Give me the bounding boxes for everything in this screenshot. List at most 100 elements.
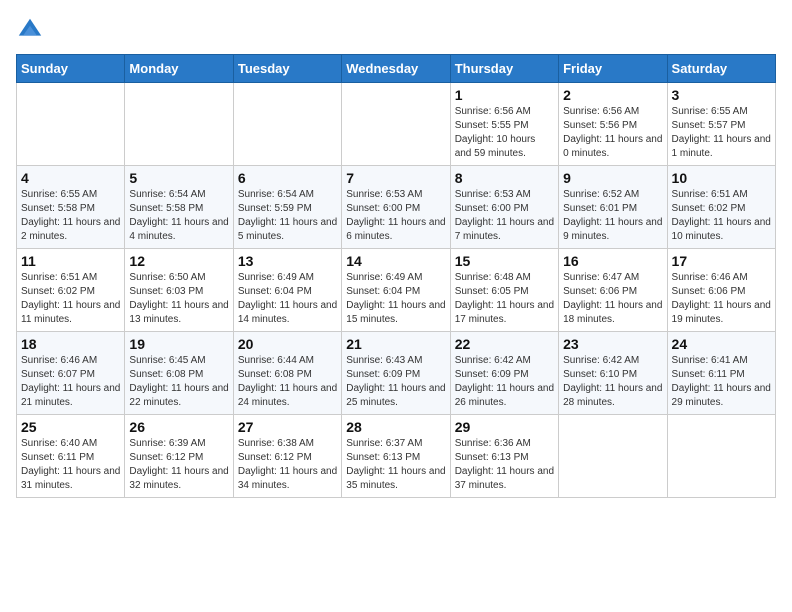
calendar-cell: 13 Sunrise: 6:49 AM Sunset: 6:04 PM Dayli… — [233, 249, 341, 332]
calendar-cell: 12Sunrise: 6:50 AM Sunset: 6:03 PM Dayli… — [125, 249, 233, 332]
calendar-cell: 18 Sunrise: 6:46 AM Sunset: 6:07 PM Dayli… — [17, 332, 125, 415]
day-number: 7 — [346, 170, 445, 186]
calendar-cell: 11 Sunrise: 6:51 AM Sunset: 6:02 PM Dayli… — [17, 249, 125, 332]
day-header-friday: Friday — [559, 55, 667, 83]
calendar-cell — [125, 83, 233, 166]
day-number: 16 — [563, 253, 662, 269]
day-number: 27 — [238, 419, 337, 435]
day-info: Sunrise: 6:42 AM Sunset: 6:09 PM Dayligh… — [455, 354, 554, 410]
day-header-tuesday: Tuesday — [233, 55, 341, 83]
day-info: Sunrise: 6:51 AM Sunset: 6:02 PM Dayligh… — [21, 271, 120, 327]
day-info: Sunrise: 6:52 AM Sunset: 6:01 PM Dayligh… — [563, 188, 662, 244]
calendar-cell: 16 Sunrise: 6:47 AM Sunset: 6:06 PM Dayli… — [559, 249, 667, 332]
calendar-cell: 7 Sunrise: 6:53 AM Sunset: 6:00 PM Daylig… — [342, 166, 450, 249]
calendar-cell: 29 Sunrise: 6:36 AM Sunset: 6:13 PM Dayli… — [450, 415, 558, 498]
calendar-cell: 9 Sunrise: 6:52 AM Sunset: 6:01 PM Daylig… — [559, 166, 667, 249]
calendar-cell: 23 Sunrise: 6:42 AM Sunset: 6:10 PM Dayli… — [559, 332, 667, 415]
day-number: 8 — [455, 170, 554, 186]
calendar-cell: 14Sunrise: 6:49 AM Sunset: 6:04 PM Dayli… — [342, 249, 450, 332]
day-number: 24 — [672, 336, 771, 352]
day-info: Sunrise: 6:55 AM Sunset: 5:58 PM Dayligh… — [21, 188, 120, 244]
calendar-cell: 20Sunrise: 6:44 AM Sunset: 6:08 PM Dayli… — [233, 332, 341, 415]
day-info: Sunrise: 6:48 AM Sunset: 6:05 PM Dayligh… — [455, 271, 554, 327]
day-info: Sunrise: 6:38 AM Sunset: 6:12 PM Dayligh… — [238, 437, 337, 493]
calendar-cell — [17, 83, 125, 166]
day-number: 10 — [672, 170, 771, 186]
calendar-cell: 26 Sunrise: 6:39 AM Sunset: 6:12 PM Dayli… — [125, 415, 233, 498]
calendar-cell: 28 Sunrise: 6:37 AM Sunset: 6:13 PM Dayli… — [342, 415, 450, 498]
logo-icon — [16, 16, 44, 44]
day-number: 17 — [672, 253, 771, 269]
calendar-cell — [233, 83, 341, 166]
day-info: Sunrise: 6:43 AM Sunset: 6:09 PM Dayligh… — [346, 354, 445, 410]
calendar-cell: 6 Sunrise: 6:54 AM Sunset: 5:59 PM Daylig… — [233, 166, 341, 249]
calendar-cell: 25Sunrise: 6:40 AM Sunset: 6:11 PM Dayli… — [17, 415, 125, 498]
day-header-wednesday: Wednesday — [342, 55, 450, 83]
calendar-cell: 10 Sunrise: 6:51 AM Sunset: 6:02 PM Dayli… — [667, 166, 775, 249]
day-info: Sunrise: 6:53 AM Sunset: 6:00 PM Dayligh… — [455, 188, 554, 244]
day-info: Sunrise: 6:53 AM Sunset: 6:00 PM Dayligh… — [346, 188, 445, 244]
day-number: 2 — [563, 87, 662, 103]
calendar-table: SundayMondayTuesdayWednesdayThursdayFrid… — [16, 54, 776, 498]
day-info: Sunrise: 6:54 AM Sunset: 5:59 PM Dayligh… — [238, 188, 337, 244]
day-number: 15 — [455, 253, 554, 269]
day-number: 6 — [238, 170, 337, 186]
calendar-cell: 15 Sunrise: 6:48 AM Sunset: 6:05 PM Dayli… — [450, 249, 558, 332]
day-header-saturday: Saturday — [667, 55, 775, 83]
day-number: 21 — [346, 336, 445, 352]
day-info: Sunrise: 6:46 AM Sunset: 6:06 PM Dayligh… — [672, 271, 771, 327]
day-info: Sunrise: 6:37 AM Sunset: 6:13 PM Dayligh… — [346, 437, 445, 493]
day-info: Sunrise: 6:54 AM Sunset: 5:58 PM Dayligh… — [129, 188, 228, 244]
day-info: Sunrise: 6:39 AM Sunset: 6:12 PM Dayligh… — [129, 437, 228, 493]
day-info: Sunrise: 6:40 AM Sunset: 6:11 PM Dayligh… — [21, 437, 120, 493]
calendar-week-4: 18 Sunrise: 6:46 AM Sunset: 6:07 PM Dayli… — [17, 332, 776, 415]
day-number: 1 — [455, 87, 554, 103]
day-number: 13 — [238, 253, 337, 269]
day-number: 18 — [21, 336, 120, 352]
calendar-week-1: 1 Sunrise: 6:56 AM Sunset: 5:55 PM Daylig… — [17, 83, 776, 166]
calendar-week-5: 25Sunrise: 6:40 AM Sunset: 6:11 PM Dayli… — [17, 415, 776, 498]
day-number: 5 — [129, 170, 228, 186]
day-number: 4 — [21, 170, 120, 186]
calendar-cell: 27 Sunrise: 6:38 AM Sunset: 6:12 PM Dayli… — [233, 415, 341, 498]
day-number: 28 — [346, 419, 445, 435]
calendar-week-3: 11 Sunrise: 6:51 AM Sunset: 6:02 PM Dayli… — [17, 249, 776, 332]
day-info: Sunrise: 6:50 AM Sunset: 6:03 PM Dayligh… — [129, 271, 228, 327]
calendar-cell: 4 Sunrise: 6:55 AM Sunset: 5:58 PM Daylig… — [17, 166, 125, 249]
logo — [16, 16, 48, 44]
calendar-cell: 2 Sunrise: 6:56 AM Sunset: 5:56 PM Daylig… — [559, 83, 667, 166]
calendar-cell — [559, 415, 667, 498]
day-info: Sunrise: 6:41 AM Sunset: 6:11 PM Dayligh… — [672, 354, 771, 410]
day-info: Sunrise: 6:51 AM Sunset: 6:02 PM Dayligh… — [672, 188, 771, 244]
day-number: 29 — [455, 419, 554, 435]
calendar-cell: 22Sunrise: 6:42 AM Sunset: 6:09 PM Dayli… — [450, 332, 558, 415]
day-info: Sunrise: 6:56 AM Sunset: 5:55 PM Dayligh… — [455, 105, 554, 161]
calendar-cell — [342, 83, 450, 166]
day-info: Sunrise: 6:42 AM Sunset: 6:10 PM Dayligh… — [563, 354, 662, 410]
day-number: 23 — [563, 336, 662, 352]
day-info: Sunrise: 6:47 AM Sunset: 6:06 PM Dayligh… — [563, 271, 662, 327]
day-number: 3 — [672, 87, 771, 103]
calendar-cell: 24 Sunrise: 6:41 AM Sunset: 6:11 PM Dayli… — [667, 332, 775, 415]
day-number: 20 — [238, 336, 337, 352]
calendar-week-2: 4 Sunrise: 6:55 AM Sunset: 5:58 PM Daylig… — [17, 166, 776, 249]
day-info: Sunrise: 6:56 AM Sunset: 5:56 PM Dayligh… — [563, 105, 662, 161]
calendar-cell: 19 Sunrise: 6:45 AM Sunset: 6:08 PM Dayli… — [125, 332, 233, 415]
calendar-cell: 17 Sunrise: 6:46 AM Sunset: 6:06 PM Dayli… — [667, 249, 775, 332]
calendar-cell: 21 Sunrise: 6:43 AM Sunset: 6:09 PM Dayli… — [342, 332, 450, 415]
calendar-cell: 5 Sunrise: 6:54 AM Sunset: 5:58 PM Daylig… — [125, 166, 233, 249]
day-info: Sunrise: 6:36 AM Sunset: 6:13 PM Dayligh… — [455, 437, 554, 493]
day-number: 11 — [21, 253, 120, 269]
day-number: 26 — [129, 419, 228, 435]
day-number: 19 — [129, 336, 228, 352]
page-header — [16, 16, 776, 44]
day-info: Sunrise: 6:49 AM Sunset: 6:04 PM Dayligh… — [238, 271, 337, 327]
day-info: Sunrise: 6:49 AM Sunset: 6:04 PM Dayligh… — [346, 271, 445, 327]
calendar-cell: 3Sunrise: 6:55 AM Sunset: 5:57 PM Daylig… — [667, 83, 775, 166]
day-number: 9 — [563, 170, 662, 186]
calendar-cell: 8 Sunrise: 6:53 AM Sunset: 6:00 PM Daylig… — [450, 166, 558, 249]
day-info: Sunrise: 6:45 AM Sunset: 6:08 PM Dayligh… — [129, 354, 228, 410]
day-header-monday: Monday — [125, 55, 233, 83]
calendar-cell: 1 Sunrise: 6:56 AM Sunset: 5:55 PM Daylig… — [450, 83, 558, 166]
day-info: Sunrise: 6:46 AM Sunset: 6:07 PM Dayligh… — [21, 354, 120, 410]
